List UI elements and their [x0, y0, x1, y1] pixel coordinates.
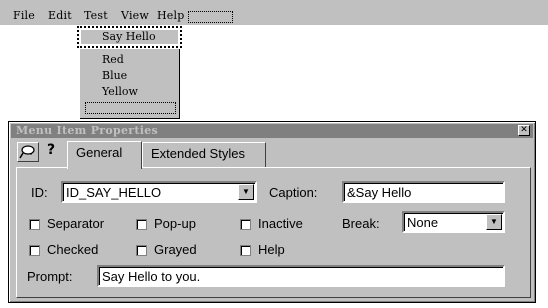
break-combobox[interactable]: None ▼ — [402, 211, 505, 233]
break-label: Break: — [342, 216, 380, 231]
id-combobox[interactable]: ID_SAY_HELLO ▼ — [61, 181, 257, 203]
menu-item-say-hello-label: Say Hello — [102, 30, 156, 43]
menu-help[interactable]: Help — [157, 9, 184, 22]
menu-item-yellow[interactable]: Yellow — [102, 85, 138, 98]
break-value: None — [407, 215, 439, 230]
inactive-checkbox[interactable] — [240, 219, 251, 230]
chevron-down-icon: ▼ — [490, 217, 498, 226]
menu-test[interactable]: Test — [84, 9, 108, 22]
test-menu-dropdown: Red Blue Yellow — [80, 49, 180, 119]
close-icon: ✕ — [520, 125, 528, 135]
tab-extended-styles-label: Extended Styles — [151, 146, 245, 161]
new-menu-placeholder[interactable] — [188, 11, 233, 23]
menu-file[interactable]: File — [13, 9, 35, 22]
dialog-title: Menu Item Properties — [16, 124, 159, 137]
id-dropdown-button[interactable]: ▼ — [238, 184, 254, 200]
tab-general[interactable]: General — [67, 141, 142, 169]
separator-checkbox[interactable] — [29, 219, 40, 230]
checked-checkbox[interactable] — [29, 245, 40, 256]
tab-extended-styles[interactable]: Extended Styles — [142, 142, 266, 167]
prompt-input[interactable]: Say Hello to you. — [97, 265, 505, 287]
help-checkbox[interactable] — [240, 245, 251, 256]
question-mark-icon: ? — [46, 142, 56, 158]
menu-item-properties-dialog: Menu Item Properties ✕ ? General Extende… — [8, 121, 536, 303]
popup-checkbox[interactable] — [136, 219, 147, 230]
id-value: ID_SAY_HELLO — [66, 185, 162, 200]
menu-item-blue[interactable]: Blue — [102, 69, 127, 82]
id-label: ID: — [31, 185, 48, 200]
break-dropdown-button[interactable]: ▼ — [486, 214, 502, 230]
caption-value: &Say Hello — [347, 185, 412, 200]
pin-button[interactable] — [17, 142, 39, 162]
popup-label: Pop-up — [154, 216, 196, 231]
chevron-down-icon: ▼ — [242, 187, 250, 196]
separator-label: Separator — [47, 216, 105, 231]
prompt-value: Say Hello to you. — [102, 269, 201, 284]
grayed-checkbox[interactable] — [136, 245, 147, 256]
new-item-placeholder[interactable] — [85, 102, 176, 114]
menu-edit[interactable]: Edit — [48, 9, 72, 22]
caption-input[interactable]: &Say Hello — [342, 181, 505, 203]
help-button[interactable]: ? — [41, 142, 61, 162]
prompt-label: Prompt: — [27, 269, 73, 284]
menu-view[interactable]: View — [121, 9, 149, 22]
caption-label: Caption: — [269, 185, 318, 200]
pushpin-icon — [19, 145, 35, 159]
help-label: Help — [258, 242, 285, 257]
checked-label: Checked — [47, 242, 99, 257]
menu-item-red[interactable]: Red — [102, 53, 124, 66]
grayed-label: Grayed — [154, 242, 197, 257]
inactive-label: Inactive — [258, 216, 303, 231]
tab-general-label: General — [76, 145, 123, 160]
close-button[interactable]: ✕ — [518, 125, 530, 136]
menu-bar: File Edit Test View Help — [0, 0, 548, 25]
dialog-titlebar[interactable]: Menu Item Properties ✕ — [11, 124, 533, 138]
